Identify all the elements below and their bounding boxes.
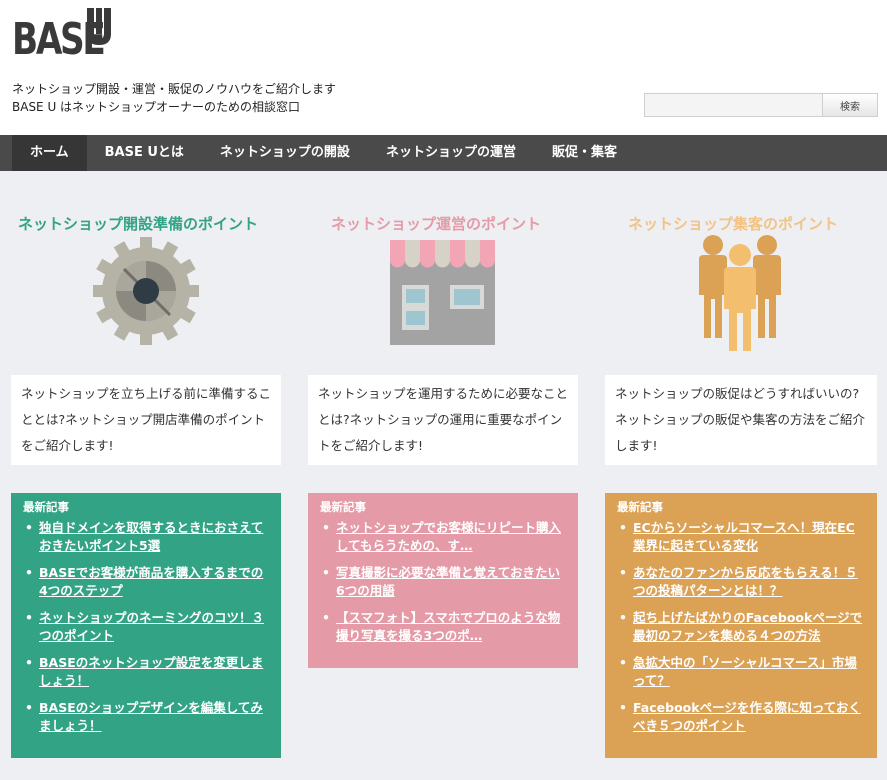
nav-item-promotion[interactable]: 販促・集客 [534, 135, 635, 171]
article-link[interactable]: BASEのショップデザインを編集してみましょう！ [39, 700, 263, 733]
tagline-line-1: ネットショップ開設・運営・販促のノウハウをご紹介します [12, 82, 337, 96]
list-item: ネットショップでお客様にリピート購入してもらうための、す… [320, 519, 566, 555]
list-item: BASEのショップデザインを編集してみましょう！ [23, 699, 269, 735]
nav-item-run-shop[interactable]: ネットショップの運営 [368, 135, 534, 171]
gear-icon [93, 237, 199, 345]
nav-item-home[interactable]: ホーム [12, 135, 87, 171]
nav-item-about[interactable]: BASE Uとは [87, 135, 202, 171]
article-link[interactable]: BASEでお客様が商品を購入するまでの4つのステップ [39, 565, 263, 598]
article-link[interactable]: BASEのネットショップ設定を変更しましょう！ [39, 655, 263, 688]
article-link[interactable]: Facebookページを作る際に知っておくべき５つのポイント [633, 700, 861, 733]
site-tagline: ネットショップ開設・運営・販促のノウハウをご紹介します BASE U はネットシ… [12, 80, 336, 116]
article-link[interactable]: 急拡大中の「ソーシャルコマース」市場って？ [633, 655, 857, 688]
search-button[interactable]: 検索 [822, 93, 878, 117]
news-heading: 最新記事 [23, 500, 69, 514]
shop-icon [390, 240, 495, 345]
article-link[interactable]: ECからソーシャルコマースへ！現在EC業界に起きている変化 [633, 520, 855, 553]
list-item: 起ち上げたばかりのFacebookページで最初のファンを集める４つの方法 [617, 609, 865, 645]
column-description-setup: ネットショップを立ち上げる前に準備することとは?ネットショップ開店準備のポイント… [11, 375, 281, 465]
article-link[interactable]: 写真撮影に必要な準備と覚えておきたい6つの用語 [336, 565, 560, 598]
list-item: BASEでお客様が商品を購入するまでの4つのステップ [23, 564, 269, 600]
list-item: BASEのネットショップ設定を変更しましょう！ [23, 654, 269, 690]
list-item: 急拡大中の「ソーシャルコマース」市場って？ [617, 654, 865, 690]
people-icon [699, 235, 781, 351]
list-item: 写真撮影に必要な準備と覚えておきたい6つの用語 [320, 564, 566, 600]
article-link[interactable]: ネットショップでお客様にリピート購入してもらうための、す… [336, 520, 561, 553]
news-heading: 最新記事 [320, 500, 366, 514]
column-title-operation[interactable]: ネットショップ運営のポイント [331, 213, 541, 234]
list-item: ECからソーシャルコマースへ！現在EC業界に起きている変化 [617, 519, 865, 555]
site-header: BASE ネットショップ開設・運営・販促のノウハウをご紹介します BASE U … [0, 0, 887, 135]
search-input[interactable] [644, 93, 822, 117]
list-item: ネットショップのネーミングのコツ！３つのポイント [23, 609, 269, 645]
article-link[interactable]: 起ち上げたばかりのFacebookページで最初のファンを集める４つの方法 [633, 610, 862, 643]
column-title-setup[interactable]: ネットショップ開設準備のポイント [18, 213, 258, 234]
column-description-operation: ネットショップを運用するために必要なこととは?ネットショップの運用に重要なポイン… [308, 375, 578, 465]
news-box-operation: 最新記事 ネットショップでお客様にリピート購入してもらうための、す… 写真撮影に… [308, 493, 578, 668]
logo-u-mark [87, 8, 111, 45]
article-link[interactable]: 【スマフォト】スマホでプロのような物撮り写真を撮る3つのポ… [336, 610, 560, 643]
news-list: 独自ドメインを取得するときにおさえておきたいポイント5選 BASEでお客様が商品… [23, 519, 269, 735]
tagline-line-2: BASE U はネットショップオーナーのための相談窓口 [12, 100, 301, 114]
article-link[interactable]: 独自ドメインを取得するときにおさえておきたいポイント5選 [39, 520, 263, 553]
list-item: あなたのファンから反応をもらえる！５つの投稿パターンとは！？ [617, 564, 865, 600]
article-link[interactable]: ネットショップのネーミングのコツ！３つのポイント [39, 610, 264, 643]
article-link[interactable]: あなたのファンから反応をもらえる！５つの投稿パターンとは！？ [633, 565, 858, 598]
news-box-marketing: 最新記事 ECからソーシャルコマースへ！現在EC業界に起きている変化 あなたのフ… [605, 493, 877, 758]
list-item: 独自ドメインを取得するときにおさえておきたいポイント5選 [23, 519, 269, 555]
news-box-setup: 最新記事 独自ドメインを取得するときにおさえておきたいポイント5選 BASEでお… [11, 493, 281, 758]
column-description-marketing: ネットショップの販促はどうすればいいの?ネットショップの販促や集客の方法をご紹介… [605, 375, 877, 465]
list-item: Facebookページを作る際に知っておくべき５つのポイント [617, 699, 865, 735]
news-list: ECからソーシャルコマースへ！現在EC業界に起きている変化 あなたのファンから反… [617, 519, 865, 735]
search-form: 検索 [644, 93, 878, 117]
list-item: 【スマフォト】スマホでプロのような物撮り写真を撮る3つのポ… [320, 609, 566, 645]
main-nav: ホーム BASE Uとは ネットショップの開設 ネットショップの運営 販促・集客 [0, 135, 887, 171]
news-heading: 最新記事 [617, 500, 663, 514]
news-list: ネットショップでお客様にリピート購入してもらうための、す… 写真撮影に必要な準備… [320, 519, 566, 645]
column-title-marketing[interactable]: ネットショップ集客のポイント [628, 213, 838, 234]
nav-item-open-shop[interactable]: ネットショップの開設 [202, 135, 368, 171]
